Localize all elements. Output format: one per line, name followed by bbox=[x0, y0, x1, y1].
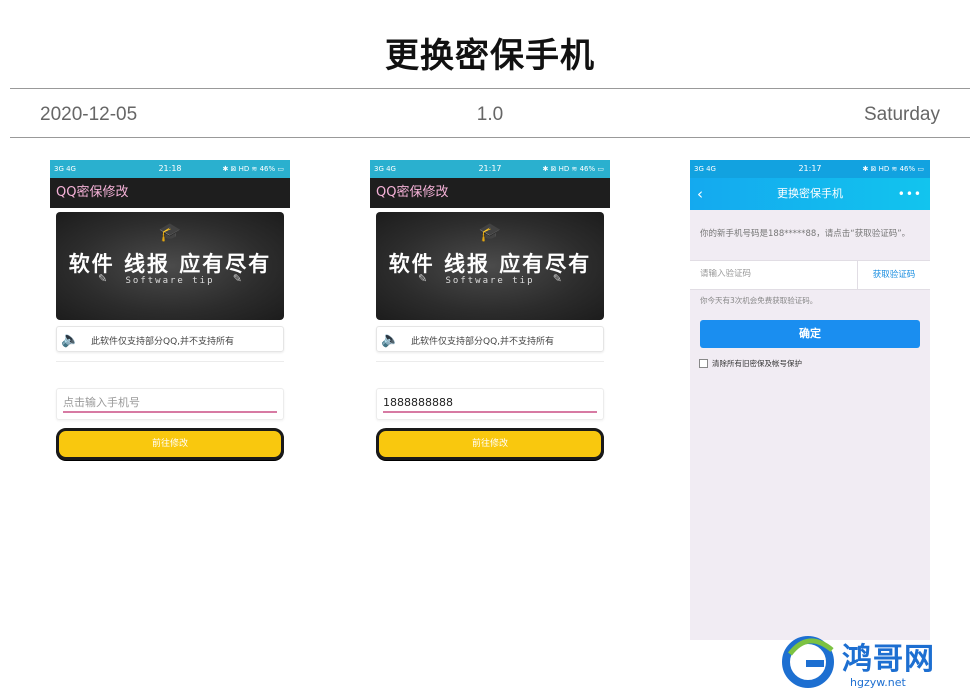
banner-subline: Software tip bbox=[125, 276, 215, 286]
speaker-icon: 🔈 bbox=[61, 331, 80, 348]
app-title: QQ密保修改 bbox=[50, 178, 290, 208]
status-bar: 3G 4G 21:18 ✱ ⊠ HD ≋ 46% ▭ bbox=[50, 160, 290, 178]
status-bar: 3G 4G 21:17 ✱ ⊠ HD ≋ 46% ▭ bbox=[370, 160, 610, 178]
watermark-name: 鸿哥网 bbox=[842, 642, 935, 677]
qq-header: ‹ 更换密保手机 ••• bbox=[690, 178, 930, 210]
banner-headline: 软件 线报 应有尽有 bbox=[388, 252, 592, 276]
more-icon[interactable]: ••• bbox=[898, 178, 922, 210]
banner-subline: Software tip bbox=[445, 276, 535, 286]
screenshot-qq-change-phone: 3G 4G 21:17 ✱ ⊠ HD ≋ 46% ▭ ‹ 更换密保手机 ••• … bbox=[690, 160, 930, 640]
watermark: 鸿哥网 hgzyw.net bbox=[780, 632, 980, 698]
notice-text: 此软件仅支持部分QQ,并不支持所有 bbox=[91, 337, 235, 347]
tip-text: 你今天有3次机会免费获取验证码。 bbox=[700, 296, 818, 305]
submit-button[interactable]: 前往修改 bbox=[376, 428, 604, 460]
submit-button[interactable]: 前往修改 bbox=[56, 428, 284, 460]
divider bbox=[376, 361, 604, 362]
battery-icon: ✱ ⊠ HD ≋ 46% ▭ bbox=[222, 165, 284, 173]
weekday-label: Saturday bbox=[863, 104, 940, 125]
clear-protection-checkbox[interactable] bbox=[699, 359, 708, 368]
verification-code-row: 获取验证码 bbox=[690, 260, 930, 290]
app-body: 🎓 软件 线报 应有尽有 ✎ Software tip ✎ 🔈 此软件仅支持部分… bbox=[370, 212, 610, 460]
phone-number-field bbox=[56, 388, 284, 420]
get-code-button[interactable]: 获取验证码 bbox=[857, 261, 930, 289]
watermark-logo-icon bbox=[782, 636, 834, 688]
verification-code-input[interactable] bbox=[700, 269, 850, 279]
banner-headline: 软件 线报 应有尽有 bbox=[68, 252, 272, 276]
promo-banner: 🎓 软件 线报 应有尽有 ✎ Software tip ✎ bbox=[56, 212, 284, 320]
promo-banner: 🎓 软件 线报 应有尽有 ✎ Software tip ✎ bbox=[376, 212, 604, 320]
confirm-button[interactable]: 确定 bbox=[700, 320, 920, 348]
back-arrow-icon[interactable]: ‹ bbox=[697, 178, 703, 210]
divider bbox=[56, 361, 284, 362]
info-text: 你的新手机号码是188*****88，请点击“获取验证码”。 bbox=[700, 229, 911, 239]
version-label: 1.0 bbox=[476, 104, 504, 125]
qq-body: 你的新手机号码是188*****88，请点击“获取验证码”。 获取验证码 你今天… bbox=[690, 210, 930, 640]
qq-header-title: 更换密保手机 bbox=[777, 187, 843, 200]
phone-number-input[interactable] bbox=[63, 393, 277, 413]
battery-icon: ✱ ⊠ HD ≋ 46% ▭ bbox=[862, 165, 924, 173]
graduation-cap-icon: 🎓 bbox=[478, 222, 502, 242]
leaf-doodle-icon: ✎ bbox=[552, 273, 562, 285]
phone-number-input[interactable] bbox=[383, 393, 597, 413]
graduation-cap-icon: 🎓 bbox=[158, 222, 182, 242]
notice-bar: 🔈 此软件仅支持部分QQ,并不支持所有 bbox=[56, 326, 284, 352]
screenshot-app-empty: 3G 4G 21:18 ✱ ⊠ HD ≋ 46% ▭ QQ密保修改 🎓 软件 线… bbox=[50, 160, 290, 460]
meta-bar: 2020-12-05 1.0 Saturday bbox=[10, 88, 970, 138]
leaf-doodle-icon: ✎ bbox=[232, 273, 242, 285]
status-bar: 3G 4G 21:17 ✱ ⊠ HD ≋ 46% ▭ bbox=[690, 160, 930, 178]
clear-protection-label: 清除所有旧密保及帐号保护 bbox=[712, 359, 802, 368]
notice-bar: 🔈 此软件仅支持部分QQ,并不支持所有 bbox=[376, 326, 604, 352]
watermark-url: hgzyw.net bbox=[850, 676, 906, 689]
screenshot-app-filled: 3G 4G 21:17 ✱ ⊠ HD ≋ 46% ▭ QQ密保修改 🎓 软件 线… bbox=[370, 160, 610, 460]
battery-icon: ✱ ⊠ HD ≋ 46% ▭ bbox=[542, 165, 604, 173]
clear-protection-option[interactable]: 清除所有旧密保及帐号保护 bbox=[699, 358, 930, 370]
phone-number-field bbox=[376, 388, 604, 420]
app-title: QQ密保修改 bbox=[370, 178, 610, 208]
app-body: 🎓 软件 线报 应有尽有 ✎ Software tip ✎ 🔈 此软件仅支持部分… bbox=[50, 212, 290, 460]
page-title: 更换密保手机 bbox=[385, 36, 595, 76]
notice-text: 此软件仅支持部分QQ,并不支持所有 bbox=[411, 337, 555, 347]
speaker-icon: 🔈 bbox=[381, 331, 400, 348]
